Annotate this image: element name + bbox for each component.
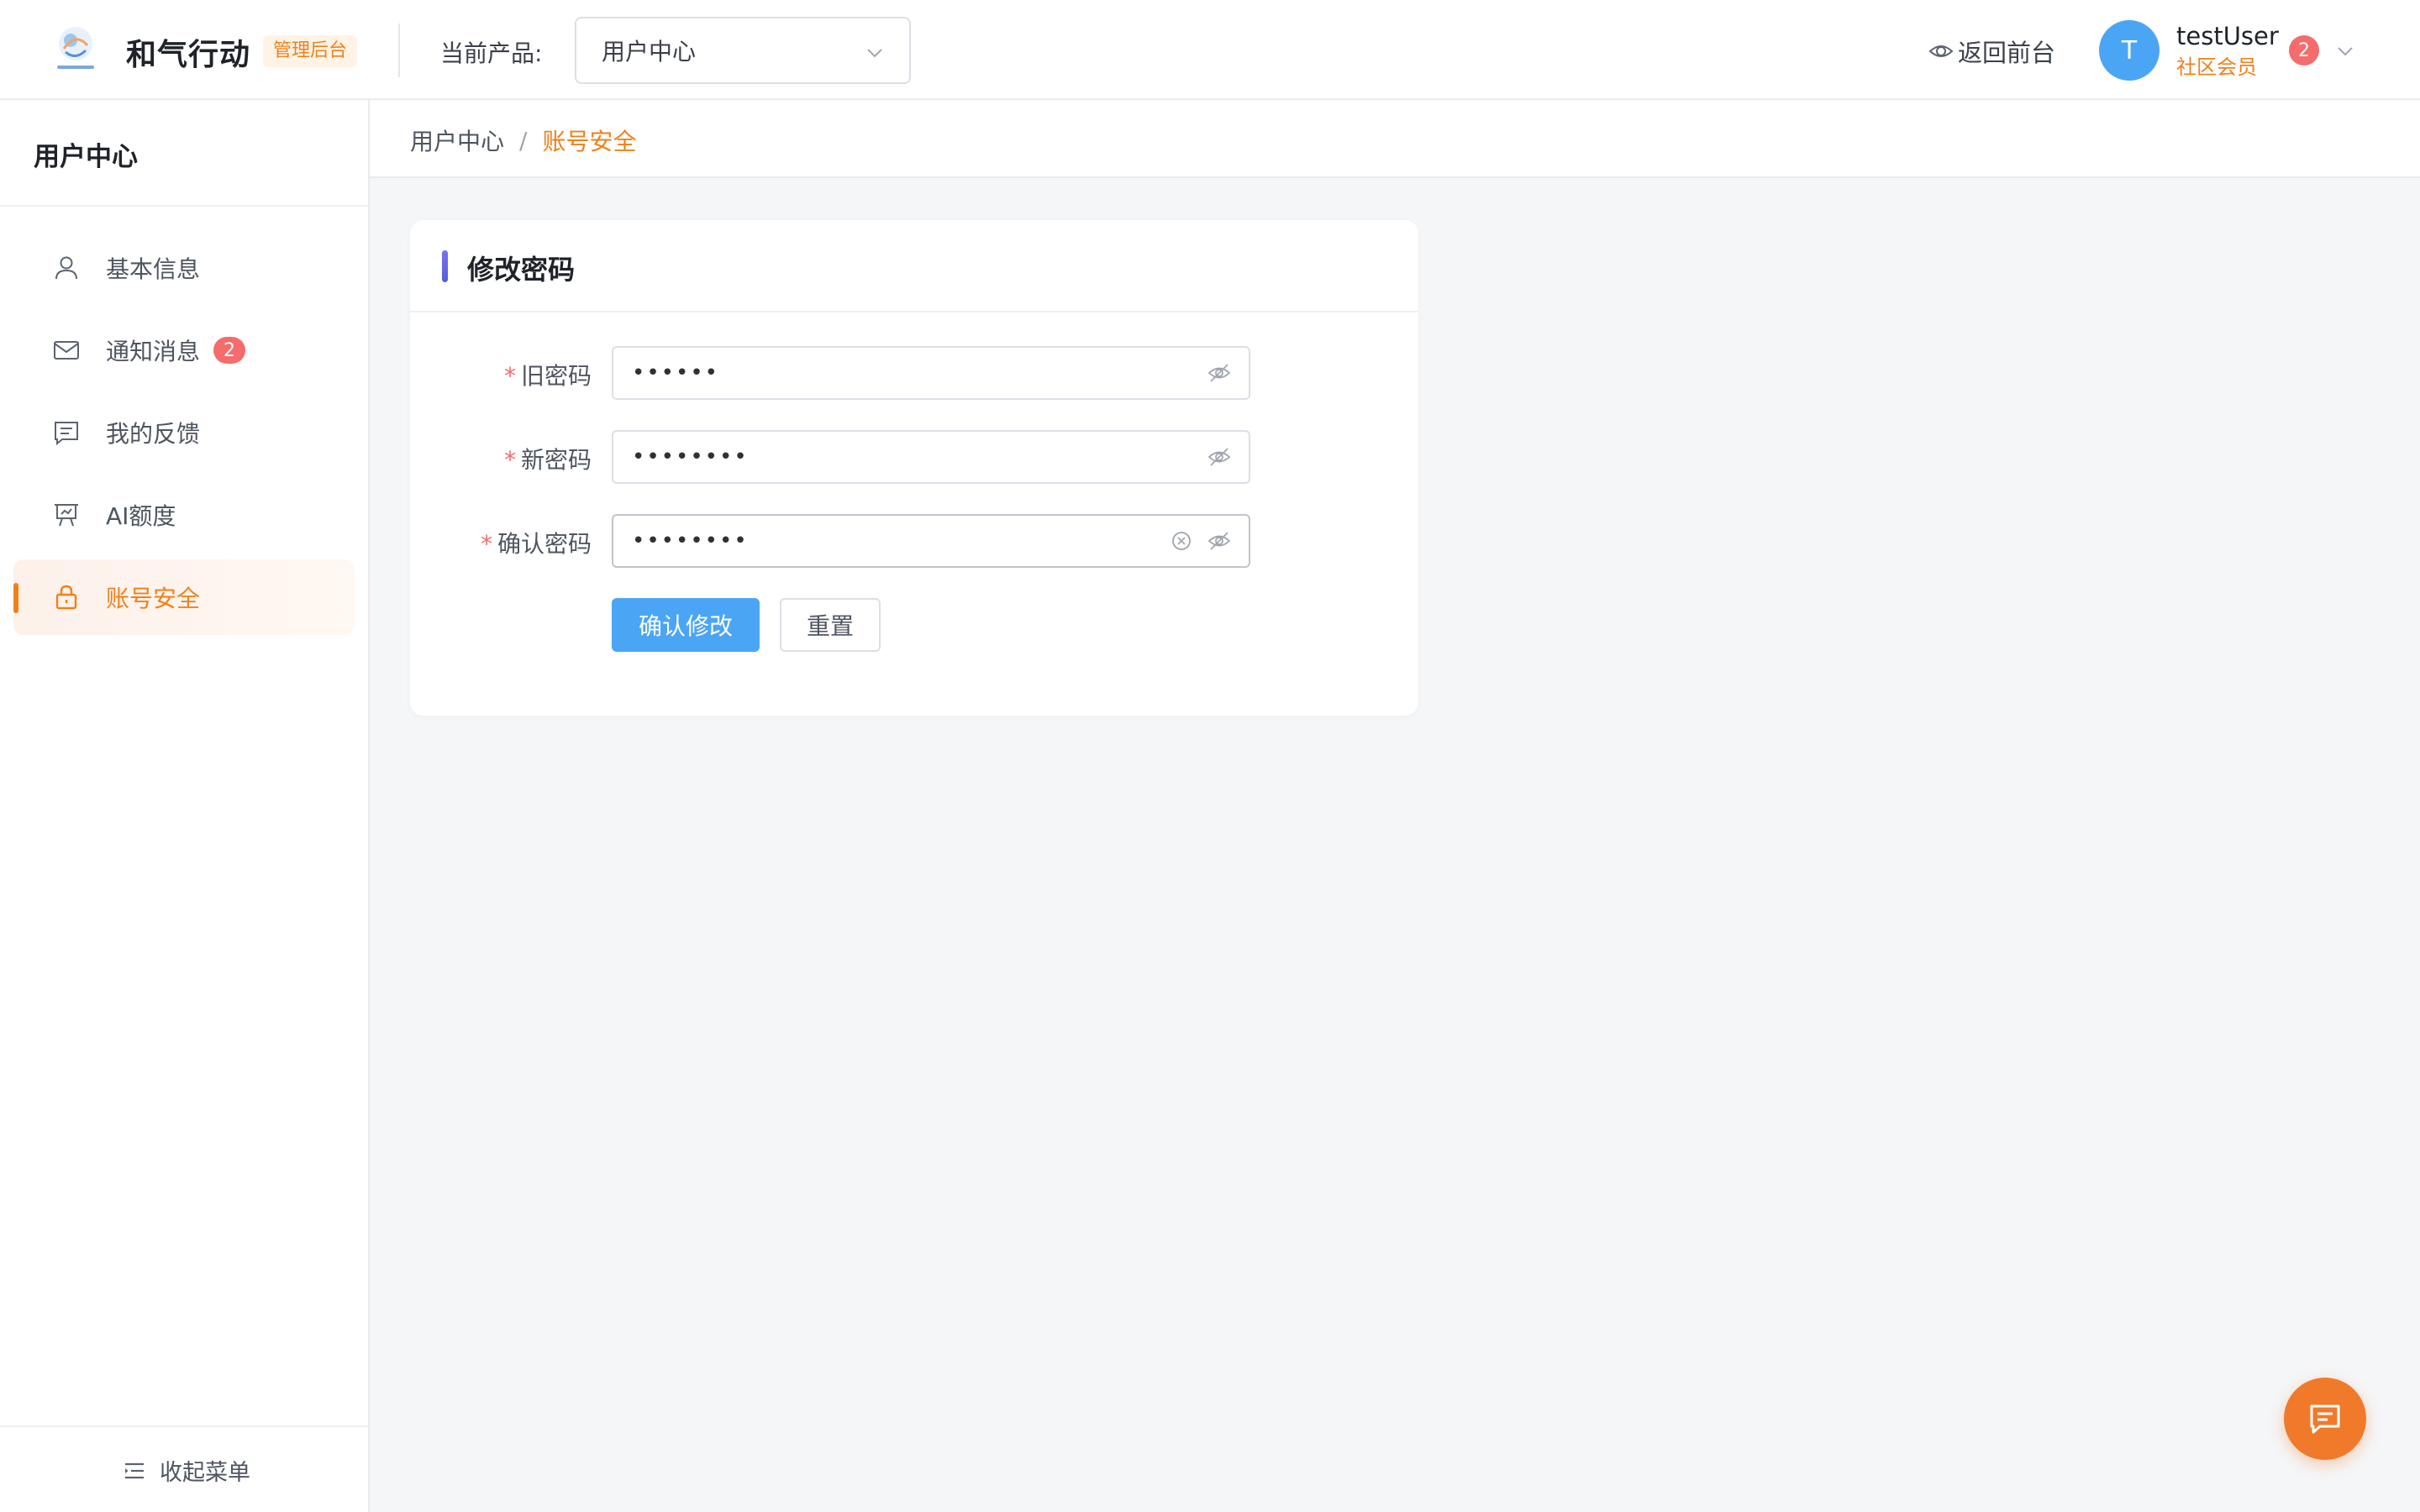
old-password-label-text: 旧密码 [520, 362, 592, 390]
change-password-card: 修改密码 *旧密码 *新密码 *确认密码 [410, 220, 1418, 716]
notification-count-badge: 2 [213, 337, 246, 364]
sidebar-item-label: 我的反馈 [106, 420, 201, 448]
card-header: 修改密码 [410, 220, 1418, 312]
sidebar-divider [0, 205, 368, 207]
sidebar-menu: 基本信息 通知消息 2 我的反馈 AI额度 账号安全 [13, 230, 355, 642]
collapse-menu-label: 收起菜单 [160, 1460, 250, 1486]
sidebar-item-notifications[interactable]: 通知消息 2 [13, 312, 355, 388]
sidebar-item-label: AI额度 [106, 502, 176, 530]
mail-icon [54, 341, 79, 360]
confirm-password-label: * 确认密码 [481, 526, 592, 559]
new-password-input[interactable] [612, 430, 1250, 484]
app-logo[interactable] [52, 24, 99, 76]
form-row-confirm-password: * 确认密码 [410, 514, 1418, 568]
eye-off-icon[interactable] [1207, 445, 1232, 469]
sidebar-bottom-divider [0, 1425, 368, 1427]
sidebar-item-ai-quota[interactable]: AI额度 [13, 477, 355, 553]
old-password-input[interactable] [612, 346, 1250, 400]
app-title: 和气行动 [126, 38, 251, 72]
chat-icon [2310, 1404, 2340, 1434]
collapse-menu-button[interactable]: 收起菜单 [123, 1454, 250, 1487]
sidebar-item-account-security[interactable]: 账号安全 [13, 559, 355, 635]
breadcrumb: 用户中心 / 账号安全 [410, 123, 636, 157]
presentation-icon [55, 504, 78, 527]
product-label: 当前产品: [440, 39, 543, 67]
old-password-label: * 旧密码 [504, 358, 592, 391]
user-role: 社区会员 [2176, 55, 2257, 79]
eye-off-icon[interactable] [1207, 361, 1232, 385]
sidebar: 用户中心 基本信息 通知消息 2 我的反馈 AI额度 账号安全 收起菜单 [0, 100, 370, 1512]
reset-button[interactable]: 重置 [780, 598, 881, 652]
back-to-front-label: 返回前台 [1958, 39, 2056, 67]
user-name[interactable]: testUser [2176, 22, 2279, 50]
notification-badge[interactable]: 2 [2289, 35, 2319, 66]
clear-icon[interactable] [1170, 529, 1193, 553]
breadcrumb-current: 账号安全 [542, 128, 637, 155]
breadcrumb-bar: 用户中心 / 账号安全 [370, 100, 2420, 178]
sidebar-item-label: 通知消息 [106, 338, 201, 365]
new-password-label-text: 新密码 [520, 446, 592, 474]
menu-fold-icon [125, 1462, 144, 1478]
form-row-new-password: * 新密码 [410, 430, 1418, 484]
confirm-change-button[interactable]: 确认修改 [612, 598, 760, 652]
sidebar-item-label: 基本信息 [106, 255, 201, 283]
message-icon [55, 422, 78, 446]
avatar[interactable]: T [2099, 20, 2160, 81]
user-menu-chevron-down-icon[interactable] [2336, 42, 2354, 60]
eye-icon [1928, 45, 1954, 57]
card-title: 修改密码 [467, 254, 576, 286]
breadcrumb-parent[interactable]: 用户中心 [410, 123, 504, 157]
confirm-password-input[interactable] [612, 514, 1250, 568]
admin-tag[interactable]: 管理后台 [263, 35, 358, 67]
required-mark: * [480, 530, 492, 558]
required-mark: * [503, 362, 516, 390]
chevron-down-icon [867, 49, 882, 58]
top-header: 和气行动 管理后台 当前产品: 用户中心 返回前台 T testUser 社区会… [0, 0, 2420, 100]
sidebar-item-label: 账号安全 [106, 585, 201, 612]
header-divider [398, 24, 400, 77]
product-select-value: 用户中心 [602, 38, 697, 66]
back-to-front-link[interactable]: 返回前台 [1928, 34, 2055, 69]
sidebar-item-feedback[interactable]: 我的反馈 [13, 395, 355, 470]
lock-icon [55, 585, 77, 610]
confirm-password-label-text: 确认密码 [497, 530, 592, 558]
new-password-label: * 新密码 [504, 442, 592, 475]
chat-button[interactable] [2284, 1378, 2366, 1460]
title-accent-bar [442, 250, 448, 282]
eye-off-icon[interactable] [1207, 529, 1232, 553]
required-mark: * [503, 446, 516, 474]
product-select[interactable]: 用户中心 [575, 17, 911, 84]
breadcrumb-separator: / [519, 126, 528, 155]
user-icon [55, 256, 77, 280]
form-row-old-password: * 旧密码 [410, 346, 1418, 400]
sidebar-title: 用户中心 [34, 142, 138, 172]
sidebar-item-basic-info[interactable]: 基本信息 [13, 230, 355, 306]
